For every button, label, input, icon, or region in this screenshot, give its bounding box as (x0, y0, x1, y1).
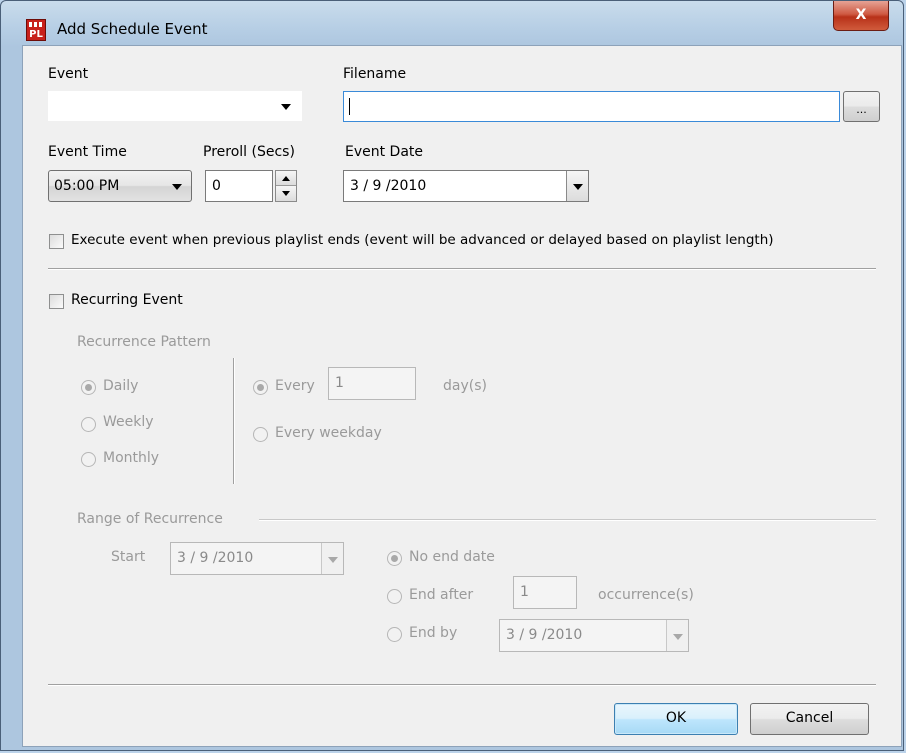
every-days-radio[interactable] (253, 380, 268, 395)
filename-label: Filename (343, 66, 407, 82)
recurrence-pattern-title: Recurrence Pattern (77, 334, 211, 350)
start-date-picker[interactable]: 3 / 9 /2010 (170, 542, 344, 575)
filename-input[interactable] (343, 91, 840, 122)
browse-button[interactable]: ... (843, 91, 880, 122)
end-after-label: End after (409, 587, 474, 603)
dialog-client-area: Event Filename ... Event Time 05:00 PM P… (22, 45, 902, 747)
days-unit-label: day(s) (443, 378, 487, 394)
occurrences-label: occurrence(s) (598, 587, 694, 603)
no-end-date-radio[interactable] (387, 551, 402, 566)
every-label: Every (275, 378, 315, 394)
cancel-button[interactable]: Cancel (750, 703, 869, 735)
monthly-radio[interactable] (81, 452, 96, 467)
start-label: Start (111, 549, 146, 565)
spin-up-icon[interactable] (276, 171, 296, 186)
divider (48, 268, 876, 270)
event-date-picker[interactable]: 3 / 9 /2010 (343, 170, 589, 202)
execute-after-playlist-checkbox[interactable] (49, 234, 64, 249)
occurrences-value: 1 (520, 584, 529, 600)
end-by-date-picker[interactable]: 3 / 9 /2010 (499, 619, 689, 652)
recurring-event-label: Recurring Event (71, 292, 183, 308)
chevron-down-icon[interactable] (566, 171, 588, 201)
chevron-down-icon (275, 92, 297, 120)
preroll-value: 0 (212, 178, 221, 194)
no-end-date-label: No end date (409, 549, 495, 565)
event-date-value: 3 / 9 /2010 (350, 178, 427, 194)
every-days-input[interactable]: 1 (328, 367, 416, 400)
pattern-divider (233, 358, 235, 484)
weekly-radio[interactable] (81, 417, 96, 432)
daily-label: Daily (103, 378, 139, 394)
weekly-label: Weekly (103, 414, 154, 430)
dialog-window: PL Add Schedule Event X Event Filename .… (0, 0, 904, 751)
event-time-value: 05:00 PM (54, 178, 120, 194)
preroll-spinner[interactable] (275, 170, 297, 202)
preroll-input[interactable]: 0 (205, 170, 273, 202)
title-bar[interactable]: PL Add Schedule Event X (1, 1, 903, 45)
bottom-divider (48, 684, 876, 686)
event-dropdown[interactable] (48, 91, 302, 121)
execute-after-playlist-label: Execute event when previous playlist end… (71, 232, 774, 248)
occurrences-input[interactable]: 1 (513, 576, 577, 609)
end-by-date-value: 3 / 9 /2010 (506, 627, 583, 643)
every-weekday-label: Every weekday (275, 425, 382, 441)
monthly-label: Monthly (103, 450, 160, 466)
every-days-value: 1 (335, 375, 344, 391)
daily-radio[interactable] (81, 380, 96, 395)
close-button[interactable]: X (833, 1, 889, 31)
start-date-value: 3 / 9 /2010 (177, 550, 254, 566)
range-divider (259, 519, 876, 521)
range-of-recurrence-title: Range of Recurrence (77, 511, 223, 527)
preroll-label: Preroll (Secs) (203, 144, 295, 160)
pl-app-icon: PL (26, 19, 46, 41)
text-caret (349, 98, 350, 115)
event-time-dropdown[interactable]: 05:00 PM (48, 170, 192, 202)
event-time-label: Event Time (48, 144, 127, 160)
end-by-label: End by (409, 625, 458, 641)
spin-down-icon[interactable] (276, 186, 296, 201)
every-weekday-radio[interactable] (253, 427, 268, 442)
chevron-down-icon[interactable] (321, 543, 343, 574)
end-after-radio[interactable] (387, 589, 402, 604)
end-by-radio[interactable] (387, 627, 402, 642)
recurring-event-checkbox[interactable] (49, 294, 64, 309)
event-label: Event (48, 66, 89, 82)
chevron-down-icon (166, 171, 188, 201)
chevron-down-icon[interactable] (666, 620, 688, 651)
event-date-label: Event Date (345, 144, 424, 160)
window-title: Add Schedule Event (57, 20, 208, 38)
ok-button[interactable]: OK (614, 703, 738, 735)
